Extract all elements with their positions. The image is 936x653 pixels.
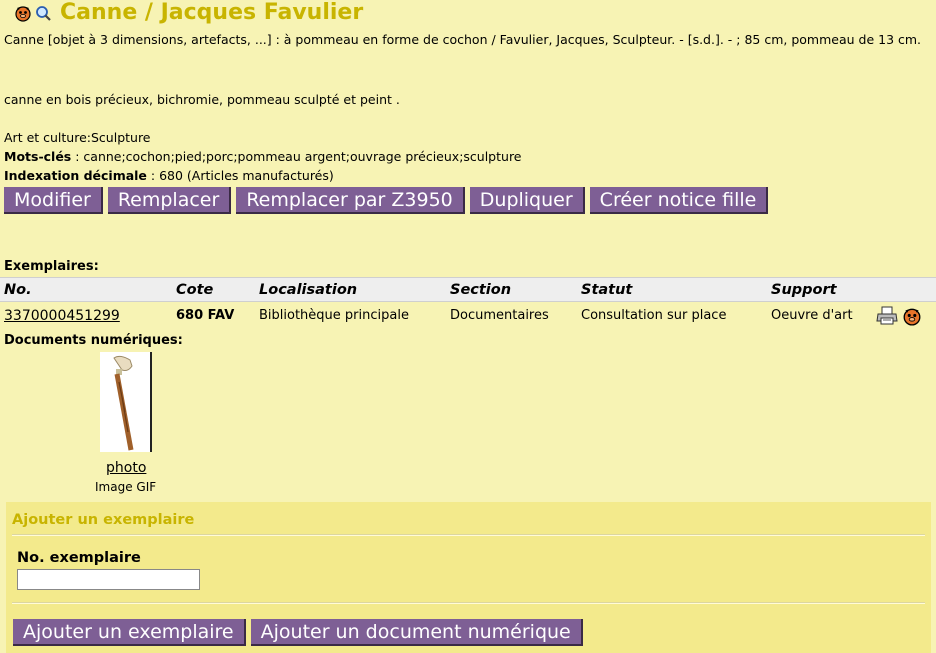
copy-number-link[interactable]: 3370000451299 bbox=[4, 308, 120, 324]
create-child-record-button[interactable]: Créer notice fille bbox=[589, 187, 769, 214]
copy-cote: 680 FAV bbox=[176, 308, 235, 324]
column-header-number: No. bbox=[0, 277, 172, 302]
printer-icon[interactable] bbox=[876, 306, 902, 325]
panel-divider-top bbox=[12, 534, 925, 536]
photo-link[interactable]: photo bbox=[106, 460, 146, 476]
title-row: Canne / Jacques Favulier bbox=[14, 0, 363, 26]
modify-button[interactable]: Modifier bbox=[4, 187, 103, 214]
record-description: Canne [objet à 3 dimensions, artefacts, … bbox=[4, 32, 922, 47]
copy-number-input[interactable] bbox=[17, 569, 200, 590]
add-copy-panel-title: Ajouter un exemplaire bbox=[12, 512, 195, 528]
record-index: Indexation décimale : 680 (Articles manu… bbox=[4, 166, 334, 185]
copy-support: Oeuvre d'art bbox=[771, 308, 853, 324]
copy-number-cell: 3370000451299 bbox=[0, 302, 172, 330]
magnifier-icon[interactable] bbox=[34, 4, 52, 22]
column-header-status: Statut bbox=[577, 277, 767, 302]
keywords-label: Mots-clés bbox=[4, 149, 72, 164]
digital-documents-heading: Documents numériques: bbox=[4, 333, 183, 348]
action-toolbar: Modifier Remplacer Remplacer par Z3950 D… bbox=[4, 187, 769, 214]
record-note: canne en bois précieux, bichromie, pomme… bbox=[4, 92, 400, 107]
copy-actions bbox=[872, 302, 936, 330]
copy-section: Documentaires bbox=[450, 308, 549, 324]
pig-icon[interactable] bbox=[902, 308, 922, 326]
copy-status: Consultation sur place bbox=[581, 308, 727, 324]
duplicate-button[interactable]: Dupliquer bbox=[469, 187, 585, 214]
page-title: Canne / Jacques Favulier bbox=[60, 0, 364, 25]
copies-header-row: No. Cote Localisation Section Statut Sup… bbox=[0, 277, 936, 302]
column-header-support: Support bbox=[767, 277, 872, 302]
add-digital-document-button[interactable]: Ajouter un document numérique bbox=[250, 619, 583, 646]
copies-heading: Exemplaires: bbox=[4, 259, 99, 274]
add-copy-button[interactable]: Ajouter un exemplaire bbox=[13, 619, 246, 646]
copy-location: Bibliothèque principale bbox=[259, 308, 409, 324]
column-header-cote: Cote bbox=[172, 277, 255, 302]
record-category: Art et culture:Sculpture bbox=[4, 130, 151, 145]
table-row: 3370000451299 680 FAV Bibliothèque princ… bbox=[0, 302, 936, 330]
index-label: Indexation décimale bbox=[4, 168, 147, 183]
column-header-actions bbox=[872, 277, 936, 302]
record-keywords: Mots-clés : canne;cochon;pied;porc;pomme… bbox=[4, 147, 522, 166]
image-type-label: Image GIF bbox=[95, 480, 157, 494]
replace-z3950-button[interactable]: Remplacer par Z3950 bbox=[236, 187, 465, 214]
column-header-section: Section bbox=[446, 277, 577, 302]
cane-photo-thumbnail[interactable] bbox=[100, 352, 152, 452]
copies-table: No. Cote Localisation Section Statut Sup… bbox=[0, 277, 936, 330]
pig-icon[interactable] bbox=[14, 4, 32, 22]
add-buttons-bar: Ajouter un exemplaire Ajouter un documen… bbox=[13, 619, 583, 646]
index-value: : 680 (Articles manufacturés) bbox=[146, 168, 334, 183]
column-header-location: Localisation bbox=[255, 277, 446, 302]
panel-divider-bottom bbox=[12, 602, 925, 604]
replace-button[interactable]: Remplacer bbox=[107, 187, 232, 214]
keywords-value: : canne;cochon;pied;porc;pommeau argent;… bbox=[71, 149, 522, 164]
copy-number-field-label: No. exemplaire bbox=[17, 550, 141, 566]
